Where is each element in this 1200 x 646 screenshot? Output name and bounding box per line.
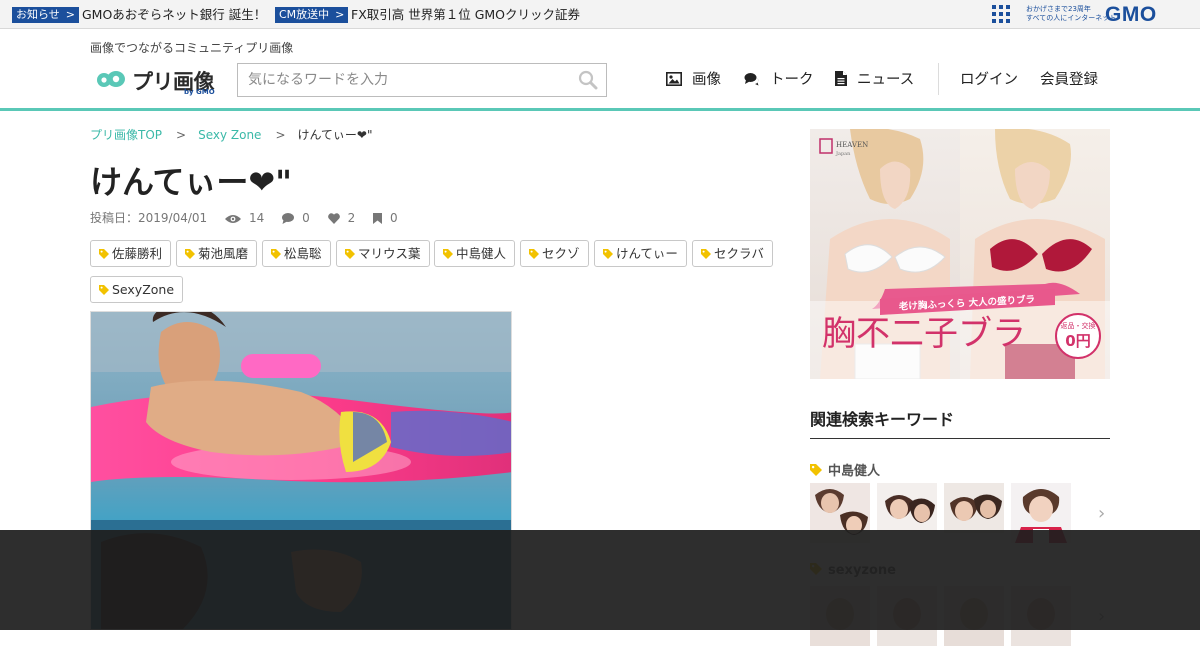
- breadcrumb-separator: >: [275, 128, 286, 142]
- nav-images-label: 画像: [692, 72, 721, 88]
- logo-mark-icon: [97, 71, 125, 87]
- notice-label: お知らせ: [16, 8, 60, 21]
- gmo-logo[interactable]: GMO: [1105, 4, 1157, 26]
- comments-count: 0: [302, 211, 310, 225]
- tag-icon: [529, 249, 539, 259]
- tag-label: SexyZone: [112, 282, 175, 297]
- cm-tag[interactable]: CM放送中 >: [275, 7, 349, 23]
- post-date: 投稿日：2019/04/01: [90, 211, 208, 225]
- tag-icon: [185, 249, 195, 259]
- logo-by: by GMO: [184, 88, 215, 96]
- tag-label: セクゾ: [542, 246, 580, 261]
- page-title: けんてぃー❤︎": [90, 163, 292, 201]
- tag-label: 中島健人: [456, 246, 507, 261]
- eye-icon: [225, 215, 241, 223]
- tag-label: 佐藤勝利: [112, 246, 163, 261]
- breadcrumb: プリ画像TOP > Sexy Zone > けんてぃー❤︎": [90, 127, 372, 143]
- chevron-right-icon[interactable]: ›: [1098, 503, 1105, 524]
- gmo-services-grid-icon[interactable]: [992, 5, 1011, 24]
- tag-chip[interactable]: セクラバ: [692, 240, 773, 267]
- nav-images[interactable]: 画像: [666, 70, 721, 90]
- gmo-slogan-line2: すべての人にインターネット: [1026, 14, 1117, 22]
- login-link[interactable]: ログイン: [960, 70, 1018, 90]
- likes-stat: 2: [327, 211, 359, 225]
- search-input[interactable]: [238, 64, 558, 96]
- tag-icon: [701, 249, 711, 259]
- tag-label: マリウス葉: [358, 246, 421, 261]
- site-header: 画像でつながるコミュニティプリ画像 プリ画像 by GMO 画像: [0, 29, 1200, 111]
- ad-badge-value: 0円: [1065, 332, 1090, 350]
- tag-label: 松島聡: [284, 246, 322, 261]
- tag-icon: [810, 464, 822, 476]
- nav-divider: [938, 63, 939, 95]
- nav-talk[interactable]: トーク: [744, 70, 814, 90]
- nav-news-label: ニュース: [857, 72, 915, 88]
- views-stat: 14: [225, 211, 268, 225]
- heart-icon: [327, 213, 340, 224]
- breadcrumb-category-link[interactable]: Sexy Zone: [198, 128, 261, 142]
- ad-brand-sub: Japan: [835, 151, 851, 157]
- likes-count: 2: [347, 211, 356, 225]
- related-keyword[interactable]: 中島健人: [810, 460, 880, 479]
- comments-icon: [744, 73, 759, 86]
- tag-chip[interactable]: 菊池風磨: [176, 240, 258, 267]
- related-keyword-label: 中島健人: [828, 464, 881, 479]
- tag-chip[interactable]: 中島健人: [434, 240, 516, 267]
- saves-count: 0: [390, 211, 398, 225]
- cm-caret: >: [335, 8, 345, 21]
- bottom-overlay: [0, 530, 1200, 630]
- saves-stat: 0: [373, 211, 398, 225]
- tag-label: 菊池風磨: [198, 246, 249, 261]
- nav-news[interactable]: ニュース: [835, 70, 914, 90]
- tag-icon: [603, 249, 613, 259]
- notice-caret: >: [65, 8, 75, 21]
- notice-tag[interactable]: お知らせ >: [12, 7, 79, 23]
- views-count: 14: [249, 211, 265, 225]
- related-divider: [810, 438, 1110, 439]
- breadcrumb-current: けんてぃー❤︎": [297, 128, 373, 142]
- comments-stat: 0: [282, 211, 313, 225]
- site-tagline: 画像でつながるコミュニティプリ画像: [90, 41, 294, 55]
- ad-badge-top: 返品・交換: [1061, 321, 1096, 330]
- cm-label: CM放送中: [279, 8, 330, 21]
- register-link[interactable]: 会員登録: [1040, 70, 1098, 90]
- tag-chip[interactable]: セクゾ: [520, 240, 589, 267]
- gmo-top-bar: お知らせ > GMOあおぞらネット銀行 誕生！ CM放送中 > FX取引高 世界第１…: [0, 0, 1200, 29]
- tag-label: けんてぃー: [616, 246, 678, 261]
- cm-link[interactable]: FX取引高 世界第１位 GMOクリック証券: [351, 6, 580, 23]
- tag-icon: [99, 249, 109, 259]
- ad-headline: 胸不二子ブラ: [822, 314, 1026, 354]
- ad-graphic: 老け胸ふっくら 大人の盛りブラ 胸不二子ブラ 返品・交換 0円 HEAVEN J…: [810, 129, 1110, 379]
- tag-chip[interactable]: SexyZone: [90, 276, 184, 303]
- tag-chip[interactable]: 松島聡: [262, 240, 331, 267]
- related-keywords-title: 関連検索キーワード: [810, 410, 955, 429]
- comment-icon: [282, 213, 295, 224]
- gmo-slogan: おかげさまで23周年 すべての人にインターネット: [1026, 5, 1116, 23]
- search-icon[interactable]: [578, 70, 598, 90]
- breadcrumb-separator: >: [176, 128, 187, 142]
- post-meta: 投稿日：2019/04/01 14 0 2 0: [90, 210, 398, 226]
- gmo-slogan-line1: おかげさまで23周年: [1026, 5, 1091, 13]
- tag-chip[interactable]: マリウス葉: [336, 240, 430, 267]
- site-logo[interactable]: プリ画像 by GMO: [96, 66, 226, 96]
- ad-brand: HEAVEN: [836, 141, 868, 149]
- tag-icon: [345, 249, 355, 259]
- breadcrumb-top-link[interactable]: プリ画像TOP: [90, 128, 162, 142]
- bookmark-icon: [373, 213, 383, 224]
- tag-label: セクラバ: [714, 246, 764, 261]
- tag-icon: [271, 249, 281, 259]
- search-box: [237, 63, 607, 97]
- ad-banner[interactable]: 老け胸ふっくら 大人の盛りブラ 胸不二子ブラ 返品・交換 0円 HEAVEN J…: [810, 129, 1110, 379]
- tag-icon: [99, 285, 109, 295]
- notice-link[interactable]: GMOあおぞらネット銀行 誕生！: [82, 6, 266, 23]
- tag-icon: [443, 249, 453, 259]
- document-icon: [835, 71, 847, 86]
- image-icon: [666, 72, 682, 86]
- nav-talk-label: トーク: [770, 72, 814, 88]
- tag-chip[interactable]: 佐藤勝利: [90, 240, 172, 267]
- tag-chip[interactable]: けんてぃー: [594, 240, 687, 267]
